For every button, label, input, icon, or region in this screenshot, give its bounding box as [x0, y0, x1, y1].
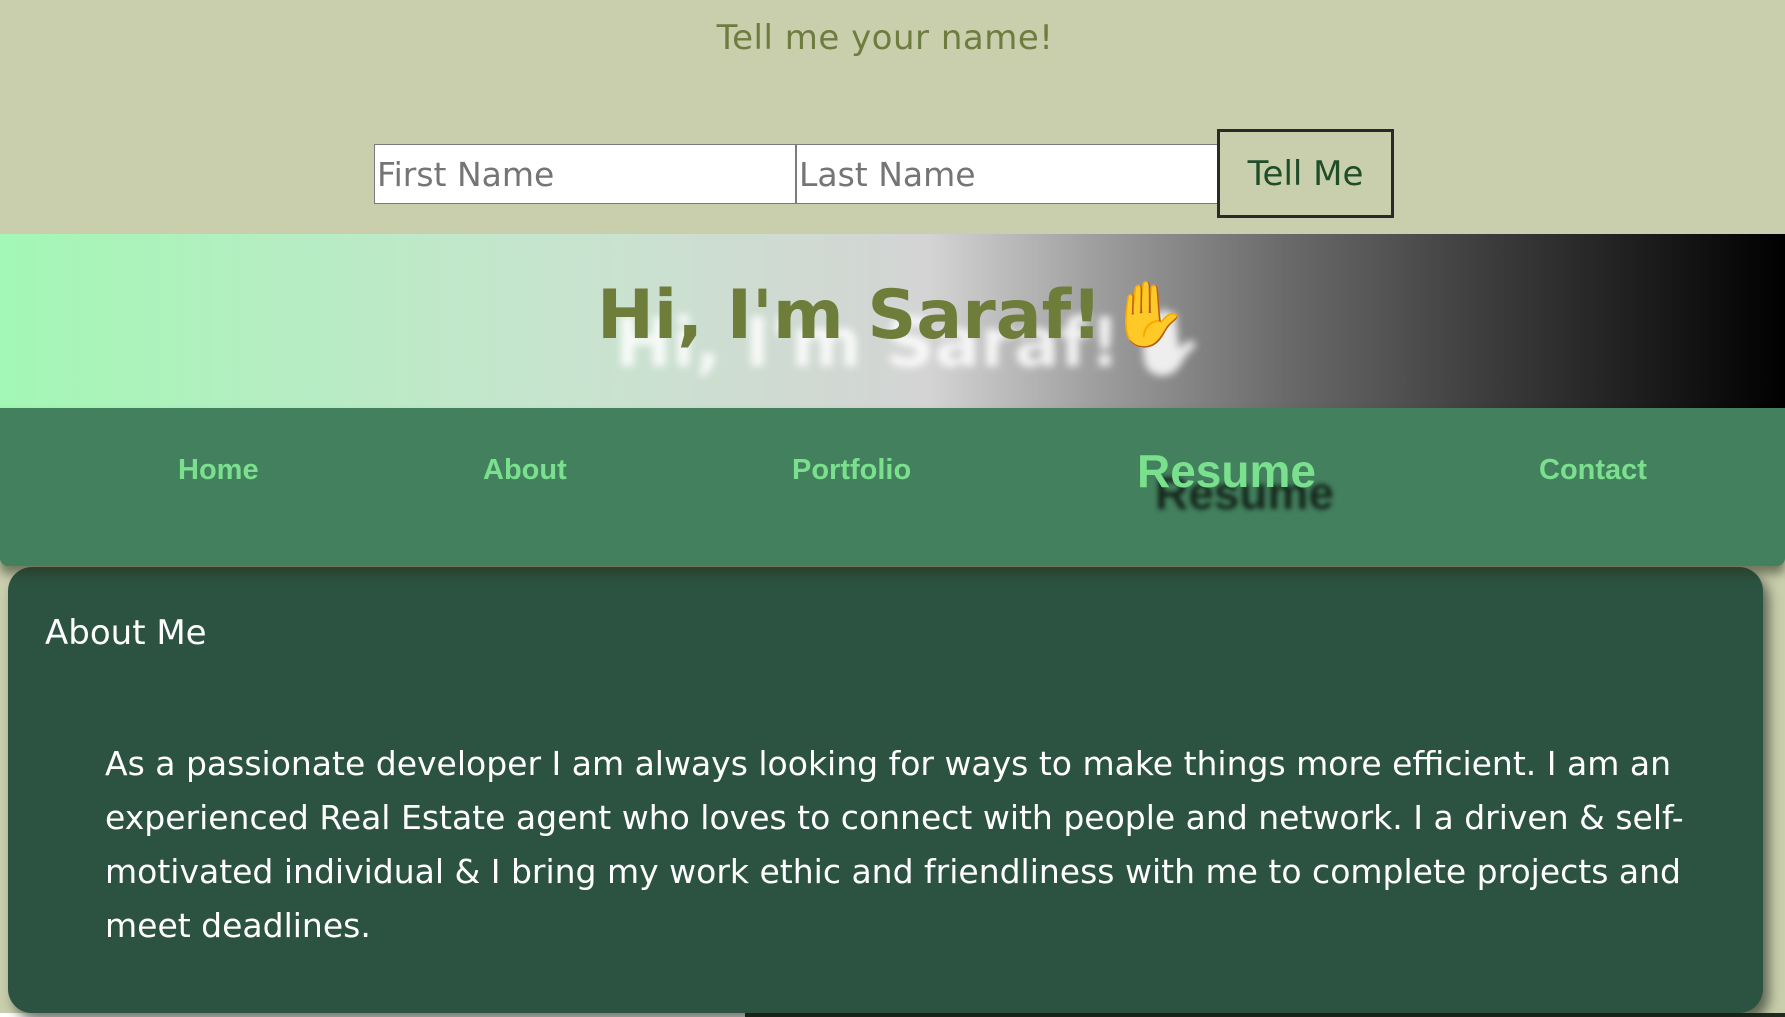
about-card: About Me As a passionate developer I am … [8, 567, 1763, 1013]
last-name-input[interactable] [796, 144, 1218, 204]
first-name-input[interactable] [374, 144, 796, 204]
name-prompt: Tell me your name! [716, 18, 1054, 58]
bottom-divider [0, 1013, 745, 1017]
hero-header: Hi, I'm Saraf!✋ [0, 234, 1785, 408]
raised-hand-icon: ✋ [1108, 278, 1188, 352]
nav-item-resume[interactable]: Resume [1137, 444, 1316, 498]
hero-title-wrap: Hi, I'm Saraf!✋ [0, 276, 1785, 355]
page-title: Hi, I'm Saraf! [597, 276, 1103, 355]
main-nav: Home About Portfolio Resume Contact [0, 408, 1785, 566]
nav-item-portfolio[interactable]: Portfolio [792, 454, 911, 487]
nav-item-contact[interactable]: Contact [1539, 454, 1647, 487]
name-form-section: Tell me your name! Tell Me [0, 0, 1785, 234]
about-heading: About Me [45, 613, 207, 653]
nav-item-home[interactable]: Home [178, 454, 259, 487]
nav-item-about[interactable]: About [483, 454, 567, 487]
bottom-divider-dark [745, 1013, 1785, 1017]
tell-me-button[interactable]: Tell Me [1217, 129, 1394, 218]
about-body: As a passionate developer I am always lo… [105, 744, 1684, 945]
